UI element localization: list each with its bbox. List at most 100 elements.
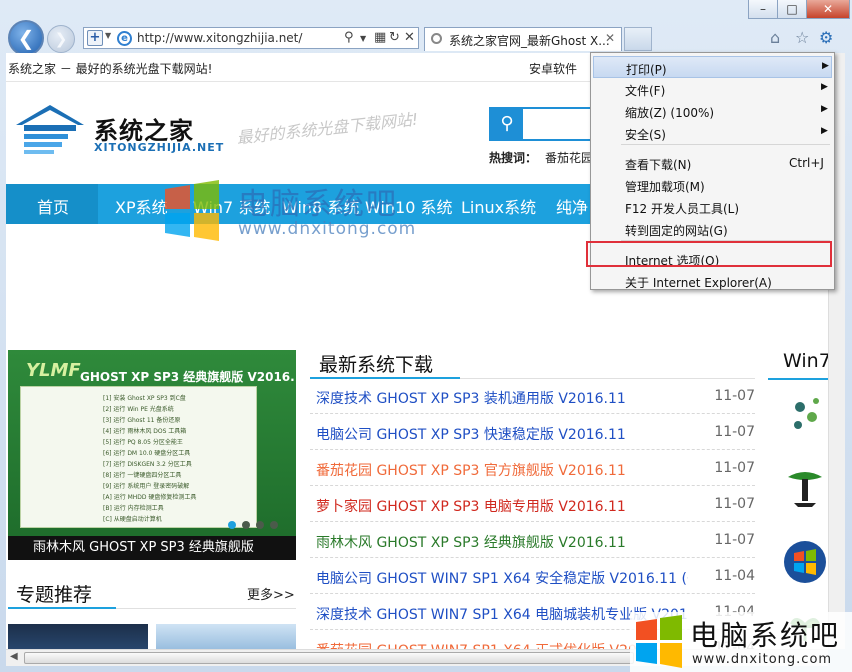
carousel-dot[interactable] bbox=[270, 521, 278, 529]
right-col-heading: Win7 bbox=[783, 350, 828, 372]
menu-item-pinned-sites[interactable]: 转到固定的网站(G) bbox=[593, 218, 832, 240]
scroll-left-icon[interactable]: ◀ bbox=[10, 651, 18, 662]
address-bar[interactable]: + ▼ e http://www.xitongzhijia.net/ ⚲ ▼ ▦… bbox=[83, 27, 419, 49]
search-icon[interactable]: ⚲ bbox=[491, 109, 523, 139]
windows-flag-icon bbox=[165, 180, 219, 241]
banner-menu-item: [1] 安装 Ghost XP SP3 到C盘 bbox=[103, 395, 186, 402]
nav-item-pure[interactable]: 纯净 bbox=[556, 194, 588, 218]
nav-item-xp[interactable]: XP系统 bbox=[115, 194, 168, 218]
menu-item-file[interactable]: 文件(F) ▶ bbox=[593, 78, 832, 100]
menu-item-manage-addons[interactable]: 管理加载项(M) bbox=[593, 174, 832, 196]
download-title[interactable]: 萝卜家园 GHOST XP SP3 电脑专用版 V2016.11 bbox=[316, 496, 688, 516]
banner-caption[interactable]: 雨林木风 GHOST XP SP3 经典旗舰版 bbox=[8, 536, 296, 560]
nav-item-home[interactable]: 首页 bbox=[37, 194, 69, 218]
new-tab-button[interactable] bbox=[624, 27, 652, 51]
banner-menu-item: [B] 运行 内存检测工具 bbox=[103, 505, 164, 512]
site-search-box[interactable]: ⚲ bbox=[489, 107, 599, 141]
download-row[interactable]: 深度技术 GHOST XP SP3 装机通用版 V2016.11 11-07 bbox=[310, 378, 755, 414]
corner-watermark: 电脑系统吧 www.dnxitong.com bbox=[630, 612, 852, 672]
deepin-logo-icon[interactable] bbox=[782, 391, 828, 437]
close-button[interactable]: ✕ bbox=[806, 0, 850, 19]
topbar-link-android[interactable]: 安卓软件 bbox=[529, 60, 577, 77]
favorites-star-icon[interactable]: ☆ bbox=[795, 28, 809, 47]
banner-brand-logo: YLMF bbox=[26, 360, 81, 381]
download-row[interactable]: 雨林木风 GHOST XP SP3 经典旗舰版 V2016.11 11-07 bbox=[310, 522, 755, 558]
minimize-button[interactable]: – bbox=[748, 0, 778, 19]
menu-separator bbox=[621, 144, 830, 145]
hot-search-term[interactable]: 番茄花园 bbox=[545, 151, 593, 165]
topic-thumbnail[interactable] bbox=[156, 624, 296, 649]
download-date: 11-07 bbox=[714, 460, 755, 476]
menu-item-label: 安全(S) bbox=[625, 128, 666, 142]
download-row[interactable]: 萝卜家园 GHOST XP SP3 电脑专用版 V2016.11 11-07 bbox=[310, 486, 755, 522]
download-title[interactable]: 电脑公司 GHOST XP SP3 快速稳定版 V2016.11 bbox=[316, 424, 688, 444]
heading-underline bbox=[8, 607, 116, 609]
site-tagline: 系统之家 － 最好的系统光盘下载网站! bbox=[8, 62, 213, 76]
banner-menu-item: [6] 运行 DM 10.0 硬盘分区工具 bbox=[103, 450, 191, 457]
submenu-arrow-icon: ▶ bbox=[821, 126, 828, 136]
scrollbar-thumb[interactable] bbox=[24, 652, 634, 664]
search-icon[interactable]: ⚲ bbox=[344, 30, 354, 45]
search-dropdown-icon[interactable]: ▼ bbox=[360, 34, 366, 43]
download-date: 11-04 bbox=[714, 568, 755, 584]
download-date: 11-07 bbox=[714, 496, 755, 512]
topic-thumbnail[interactable] bbox=[8, 624, 148, 649]
tree-logo-icon[interactable] bbox=[782, 463, 828, 509]
compatibility-icon[interactable]: + bbox=[87, 30, 103, 46]
banner-menu-item: [A] 运行 MHDD 硬盘修复检测工具 bbox=[103, 494, 197, 501]
menu-item-print[interactable]: 打印(P) ▶ bbox=[593, 56, 832, 78]
download-row[interactable]: 电脑公司 GHOST XP SP3 快速稳定版 V2016.11 11-07 bbox=[310, 414, 755, 450]
forward-button[interactable]: ❯ bbox=[47, 25, 75, 53]
carousel-dot[interactable] bbox=[228, 521, 236, 529]
tools-gear-icon[interactable]: ⚙ bbox=[819, 28, 833, 47]
url-text[interactable]: http://www.xitongzhijia.net/ bbox=[137, 31, 302, 45]
hot-search-label: 热搜词： bbox=[489, 151, 538, 165]
windows7-orb-icon[interactable] bbox=[782, 539, 828, 585]
heading-underline bbox=[768, 378, 828, 380]
download-date: 11-07 bbox=[714, 532, 755, 548]
tab-close-icon[interactable]: ✕ bbox=[605, 31, 615, 45]
menu-item-label: 打印(P) bbox=[626, 63, 667, 77]
back-button[interactable]: ❮ bbox=[8, 20, 44, 56]
browser-window: – □ ✕ ❮ ❯ + ▼ e http://www.xitongzhijia.… bbox=[0, 0, 852, 672]
maximize-button[interactable]: □ bbox=[777, 0, 807, 19]
loading-icon bbox=[431, 33, 442, 44]
home-icon[interactable]: ⌂ bbox=[770, 28, 780, 47]
nav-item-linux[interactable]: Linux系统 bbox=[461, 194, 536, 218]
menu-item-f12-dev-tools[interactable]: F12 开发人员工具(L) bbox=[593, 196, 832, 218]
download-title[interactable]: 电脑公司 GHOST WIN7 SP1 X64 安全稳定版 V2016.11 (… bbox=[316, 568, 688, 588]
menu-item-view-downloads[interactable]: 查看下载(N) Ctrl+J bbox=[593, 152, 832, 174]
menu-item-zoom[interactable]: 缩放(Z) (100%) ▶ bbox=[593, 100, 832, 122]
banner-menu-item: [3] 运行 Ghost 11 备份还原 bbox=[103, 417, 181, 424]
latest-heading: 最新系统下载 bbox=[319, 354, 434, 376]
banner-title: GHOST XP SP3 经典旗舰版 V2016.11 bbox=[80, 370, 296, 384]
menu-item-label: 转到固定的网站(G) bbox=[625, 224, 728, 238]
chevron-down-icon[interactable]: ▼ bbox=[105, 31, 111, 40]
menu-item-label: F12 开发人员工具(L) bbox=[625, 202, 740, 216]
back-arrow-icon: ❮ bbox=[17, 26, 35, 50]
download-title[interactable]: 番茄花园 GHOST XP SP3 官方旗舰版 V2016.11 bbox=[316, 460, 688, 480]
banner-menu-item: [4] 运行 雨林木风 DOS 工具箱 bbox=[103, 428, 187, 435]
carousel-dot[interactable] bbox=[256, 521, 264, 529]
stop-icon[interactable]: ✕ bbox=[404, 30, 415, 45]
download-row[interactable]: 电脑公司 GHOST WIN7 SP1 X64 安全稳定版 V2016.11 (… bbox=[310, 558, 755, 594]
download-title[interactable]: 雨林木风 GHOST XP SP3 经典旗舰版 V2016.11 bbox=[316, 532, 688, 552]
menu-item-safety[interactable]: 安全(S) ▶ bbox=[593, 122, 832, 144]
topics-more-link[interactable]: 更多>> bbox=[247, 584, 295, 603]
tab-active[interactable]: 系统之家官网_最新Ghost X... ✕ bbox=[424, 27, 622, 51]
logo-slogan: 最好的系统光盘下载网站! bbox=[235, 109, 420, 148]
corner-watermark-url: www.dnxitong.com bbox=[692, 652, 833, 667]
forward-arrow-icon: ❯ bbox=[54, 30, 68, 48]
hot-search: 热搜词： 番茄花园 bbox=[489, 149, 593, 166]
download-title[interactable]: 深度技术 GHOST XP SP3 装机通用版 V2016.11 bbox=[316, 388, 688, 408]
featured-banner[interactable]: YLMF GHOST XP SP3 经典旗舰版 V2016.11 [1] 安装 … bbox=[8, 350, 296, 560]
submenu-arrow-icon: ▶ bbox=[822, 61, 829, 71]
banner-boot-menu: [1] 安装 Ghost XP SP3 到C盘 [2] 运行 Win PE 光盘… bbox=[20, 386, 257, 528]
compat-view-icon[interactable]: ▦ bbox=[374, 30, 386, 45]
menu-item-about-ie[interactable]: 关于 Internet Explorer(A) bbox=[593, 270, 832, 292]
windows-flag-icon bbox=[636, 615, 682, 668]
watermark-title: 电脑系统吧 bbox=[238, 187, 398, 222]
carousel-dot[interactable] bbox=[242, 521, 250, 529]
download-row[interactable]: 番茄花园 GHOST XP SP3 官方旗舰版 V2016.11 11-07 bbox=[310, 450, 755, 486]
refresh-icon[interactable]: ↻ bbox=[389, 30, 400, 45]
